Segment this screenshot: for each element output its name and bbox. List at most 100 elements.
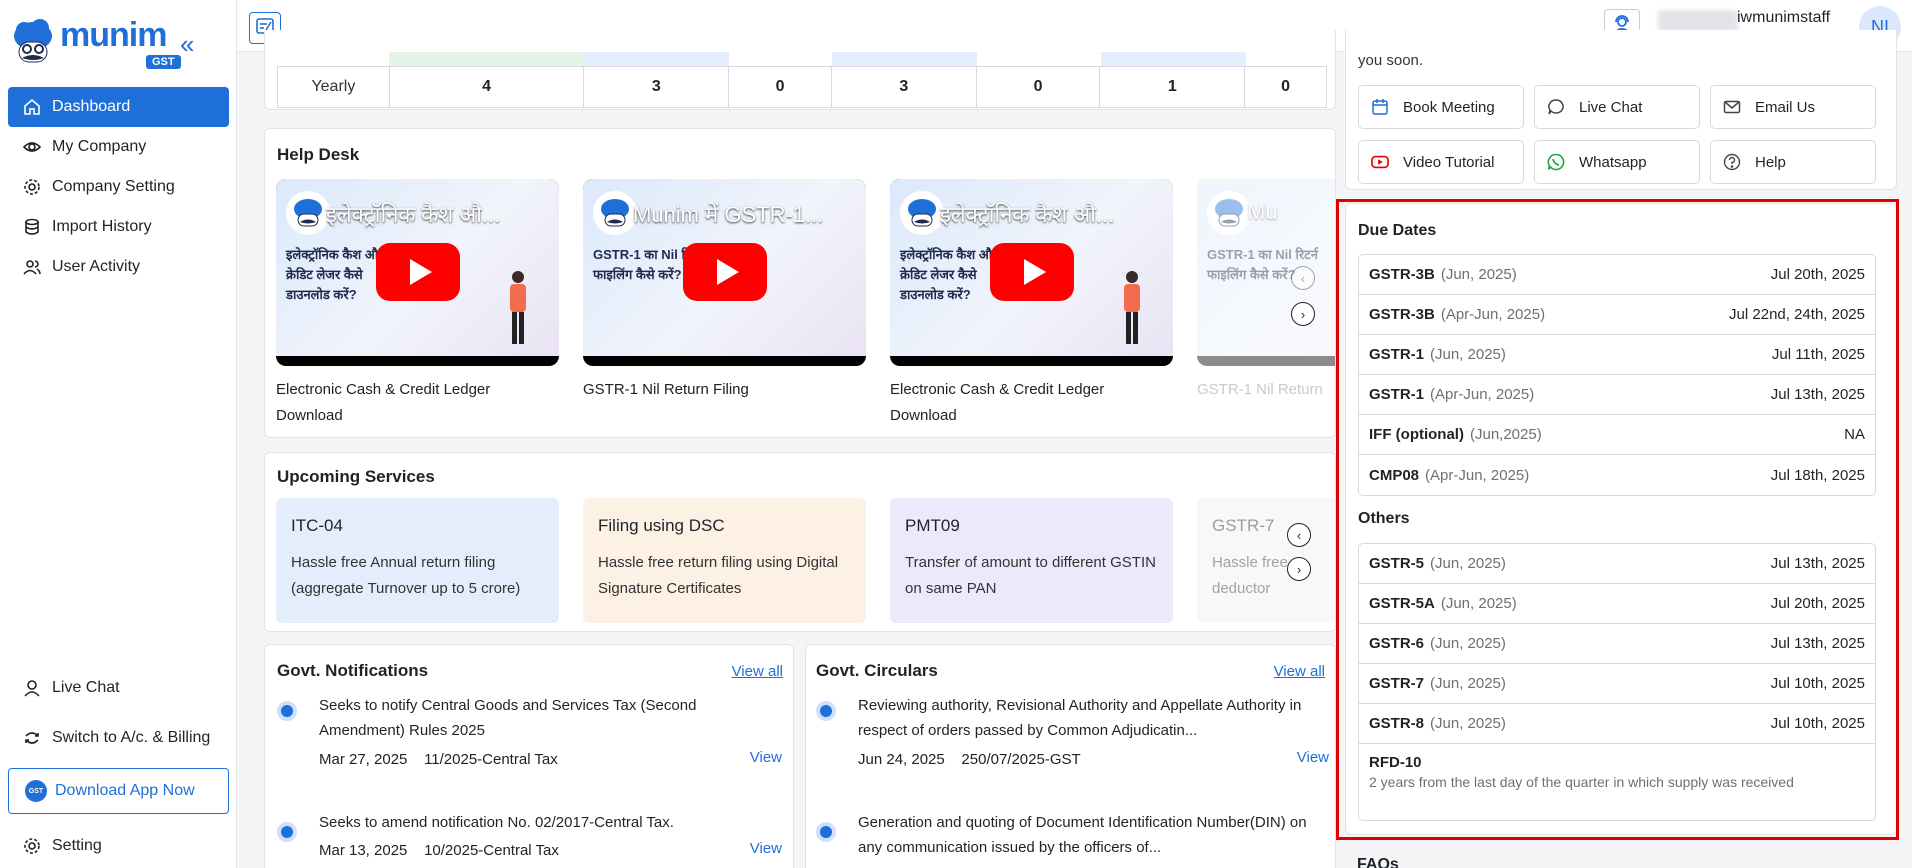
help-label: Help <box>1755 153 1786 171</box>
support-card: you soon. Book Meeting Live Chat Email U… <box>1345 30 1897 190</box>
service-card[interactable]: GSTR-7 Hassle free deductor <box>1197 498 1335 623</box>
notification-meta: Mar 27, 2025 11/2025-Central Tax <box>319 751 558 768</box>
youtube-icon <box>1371 153 1389 171</box>
list-item: GSTR-8 (Jun, 2025) Jul 10th, 2025 <box>1359 704 1875 744</box>
notification-view-link[interactable]: View <box>750 840 782 857</box>
due-period: (Jun, 2025) <box>1430 635 1506 652</box>
others-title: Others <box>1358 510 1410 527</box>
circular-view-link[interactable]: View <box>1297 749 1329 766</box>
sidebar-item-my-company[interactable]: My Company <box>8 127 229 167</box>
bullet-dot-icon <box>816 822 836 842</box>
due-note: 2 years from the last day of the quarter… <box>1369 774 1794 790</box>
sidebar-item-user-activity[interactable]: User Activity <box>8 247 229 287</box>
video-title[interactable]: Electronic Cash & Credit Ledger Download <box>890 377 1173 429</box>
due-period: (Jun, 2025) <box>1430 555 1506 572</box>
whatsapp-label: Whatsapp <box>1579 153 1647 171</box>
carousel-next-icon[interactable]: › <box>1291 302 1315 326</box>
video-thumbnail[interactable]: Mu GSTR-1 का Nil रिटर्न फाइलिंग कैसे करे… <box>1197 179 1335 366</box>
list-item: GSTR-5 (Jun, 2025) Jul 13th, 2025 <box>1359 544 1875 584</box>
sidebar-switch-billing[interactable]: Switch to A/c. & Billing <box>8 718 229 758</box>
whatsapp-button[interactable]: Whatsapp <box>1534 140 1700 184</box>
table-cell: 1 <box>1100 67 1246 107</box>
table-header-cell <box>977 52 1101 66</box>
service-card[interactable]: ITC-04 Hassle free Annual return filing … <box>276 498 559 623</box>
service-desc: Transfer of amount to different GSTIN on… <box>905 554 1156 597</box>
video-tutorial-button[interactable]: Video Tutorial <box>1358 140 1524 184</box>
notification-view-link[interactable]: View <box>750 749 782 766</box>
video-thumbnail[interactable]: इलेक्ट्रॉनिक कैश औ... इलेक्ट्रॉनिक कैश औ… <box>890 179 1173 366</box>
notifications-view-all-link[interactable]: View all <box>732 663 783 680</box>
double-chevron-left-icon[interactable]: « <box>180 31 194 57</box>
due-period: (Jun,2025) <box>1469 426 1542 443</box>
username[interactable]: iwmunimstaff <box>1737 9 1830 27</box>
youtube-play-icon[interactable] <box>376 243 460 301</box>
live-chat-button[interactable]: Live Chat <box>1534 85 1700 129</box>
sidebar-item-label: My Company <box>52 138 147 155</box>
due-form: IFF (optional) <box>1369 426 1464 443</box>
brand-badge: GST <box>146 55 181 69</box>
due-period: (Jun, 2025) <box>1430 715 1506 732</box>
brand-logo[interactable]: munim GST <box>12 18 181 70</box>
video-title[interactable]: GSTR-1 Nil Return <box>1197 377 1335 403</box>
notification-meta: Mar 13, 2025 10/2025-Central Tax <box>319 842 559 859</box>
carousel-next-icon[interactable]: › <box>1287 557 1311 581</box>
due-date: Jul 18th, 2025 <box>1770 466 1865 484</box>
circular-text: Reviewing authority, Revisional Authorit… <box>858 697 1302 739</box>
sidebar-item-company-setting[interactable]: Company Setting <box>8 167 229 207</box>
service-card[interactable]: PMT09 Transfer of amount to different GS… <box>890 498 1173 623</box>
due-period: (Apr-Jun, 2025) <box>1430 386 1535 403</box>
sidebar-live-chat[interactable]: Live Chat <box>8 668 229 708</box>
table-cell: 4 <box>390 67 585 107</box>
circular-meta: Jun 24, 2025 250/07/2025-GST <box>858 751 1081 768</box>
bullet-dot-icon <box>277 822 297 842</box>
due-form: CMP08 <box>1369 466 1420 484</box>
due-period: (Jun, 2025) <box>1440 595 1517 612</box>
circulars-view-all-link[interactable]: View all <box>1274 663 1325 680</box>
video-title[interactable]: Electronic Cash & Credit Ledger Download <box>276 377 559 429</box>
support-text: you soon. <box>1358 52 1424 69</box>
notification-text: Seeks to notify Central Goods and Servic… <box>319 697 697 739</box>
video-title[interactable]: GSTR-1 Nil Return Filing <box>583 377 866 403</box>
circular-text: Generation and quoting of Document Ident… <box>858 814 1307 856</box>
circular-ref: 250/07/2025-GST <box>961 751 1081 768</box>
person-illustration-icon <box>1119 269 1145 347</box>
carousel-prev-icon[interactable]: ‹ <box>1291 266 1315 290</box>
service-name: ITC-04 <box>291 516 343 535</box>
video-thumbnail[interactable]: इलेक्ट्रॉनिक कैश औ... इलेक्ट्रॉनिक कैश औ… <box>276 179 559 366</box>
youtube-play-icon[interactable] <box>683 243 767 301</box>
notification-ref: 10/2025-Central Tax <box>424 842 559 859</box>
list-item: GSTR-3B (Apr-Jun, 2025) Jul 22nd, 24th, 20… <box>1359 295 1875 335</box>
upcoming-services-card: Upcoming Services ITC-04 Hassle free Ann… <box>264 452 1336 632</box>
help-button[interactable]: Help <box>1710 140 1876 184</box>
table-row: Yearly 4 3 0 3 0 1 0 <box>277 66 1327 108</box>
eye-icon <box>22 137 42 157</box>
help-desk-title: Help Desk <box>277 145 360 164</box>
help-desk-card: Help Desk इलेक्ट्रॉनिक कैश औ... इलेक्ट्र… <box>264 128 1336 438</box>
bullet-dot-icon <box>277 701 297 721</box>
email-us-button[interactable]: Email Us <box>1710 85 1876 129</box>
table-header-cell <box>277 52 389 66</box>
switch-arrows-icon <box>22 728 42 748</box>
sidebar: munim GST « Dashboard My Company Company… <box>0 0 237 868</box>
chat-bubble-icon <box>1547 98 1565 116</box>
due-period: (Apr-Jun, 2025) <box>1425 466 1530 484</box>
video-thumbnail[interactable]: Munim में GSTR-1... GSTR-1 का Nil रिटर्न… <box>583 179 866 366</box>
book-meeting-button[interactable]: Book Meeting <box>1358 85 1524 129</box>
list-item: Reviewing authority, Revisional Authorit… <box>816 693 1329 773</box>
sidebar-item-label: User Activity <box>52 258 141 275</box>
list-item: GSTR-6 (Jun, 2025) Jul 13th, 2025 <box>1359 624 1875 664</box>
sidebar-item-dashboard[interactable]: Dashboard <box>8 87 229 127</box>
due-dates-title: Due Dates <box>1358 222 1437 239</box>
due-date: Jul 11th, 2025 <box>1771 346 1865 363</box>
sidebar-live-chat-label: Live Chat <box>52 679 120 696</box>
sidebar-item-import-history[interactable]: Import History <box>8 207 229 247</box>
carousel-prev-icon[interactable]: ‹ <box>1287 523 1311 547</box>
support-agent-icon <box>22 678 42 698</box>
download-app-button[interactable]: GST Download App Now <box>8 768 229 814</box>
table-header-cell <box>389 52 584 66</box>
service-card[interactable]: Filing using DSC Hassle free return fili… <box>583 498 866 623</box>
youtube-play-icon[interactable] <box>990 243 1074 301</box>
due-period: (Jun, 2025) <box>1430 346 1506 363</box>
sidebar-setting[interactable]: Setting <box>8 826 229 866</box>
video-thumb-title: इलेक्ट्रॉनिक कैश औ... <box>326 202 501 227</box>
